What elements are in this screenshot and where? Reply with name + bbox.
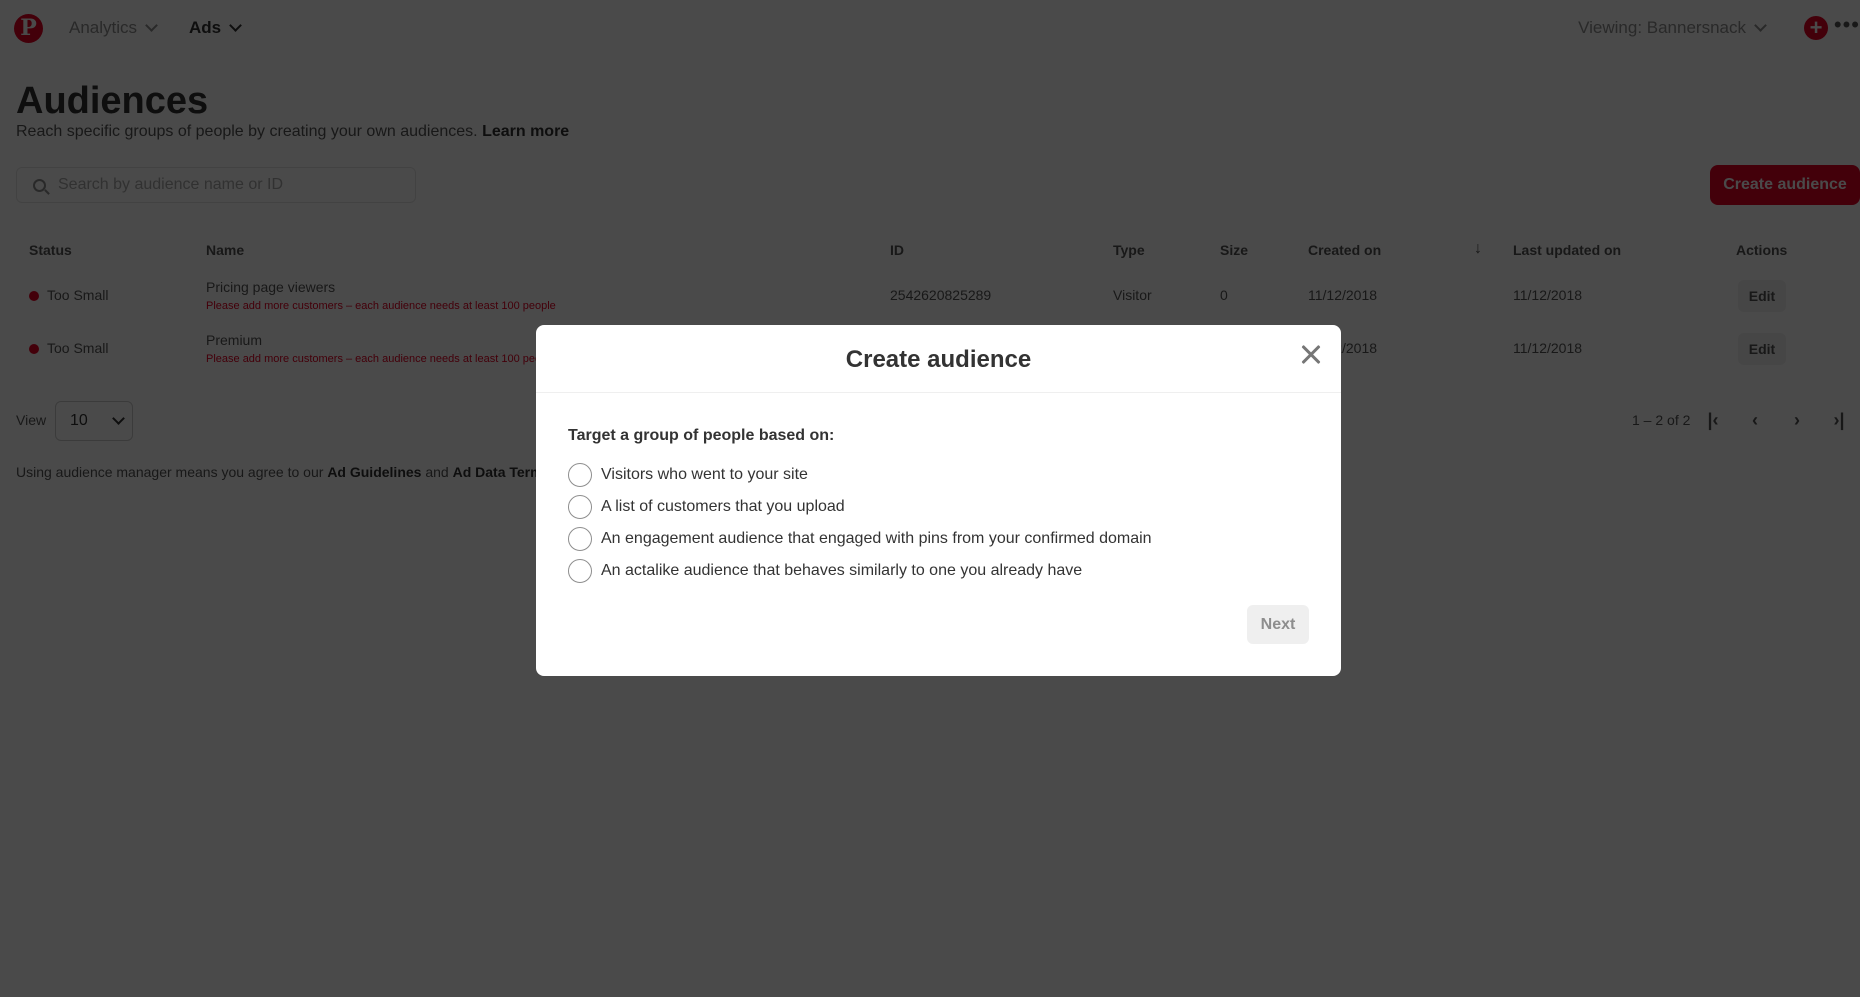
option-customer-list[interactable]: A list of customers that you upload	[568, 491, 1309, 523]
modal-body: Target a group of people based on: Visit…	[536, 393, 1341, 587]
option-actalike[interactable]: An actalike audience that behaves simila…	[568, 555, 1309, 587]
radio-button[interactable]	[568, 559, 592, 583]
modal-header: Create audience	[536, 325, 1341, 393]
modal-title: Create audience	[845, 346, 1032, 373]
option-visitors[interactable]: Visitors who went to your site	[568, 459, 1309, 491]
next-button[interactable]: Next	[1247, 605, 1309, 644]
radio-button[interactable]	[568, 527, 592, 551]
close-icon[interactable]	[1297, 341, 1325, 369]
audience-type-prompt: Target a group of people based on:	[568, 427, 835, 444]
create-audience-modal: Create audience Target a group of people…	[536, 325, 1341, 676]
option-label: Visitors who went to your site	[601, 466, 808, 483]
option-label: A list of customers that you upload	[601, 498, 845, 515]
option-engagement[interactable]: An engagement audience that engaged with…	[568, 523, 1309, 555]
radio-button[interactable]	[568, 463, 592, 487]
option-label: An engagement audience that engaged with…	[601, 530, 1152, 547]
radio-button[interactable]	[568, 495, 592, 519]
option-label: An actalike audience that behaves simila…	[601, 562, 1083, 579]
